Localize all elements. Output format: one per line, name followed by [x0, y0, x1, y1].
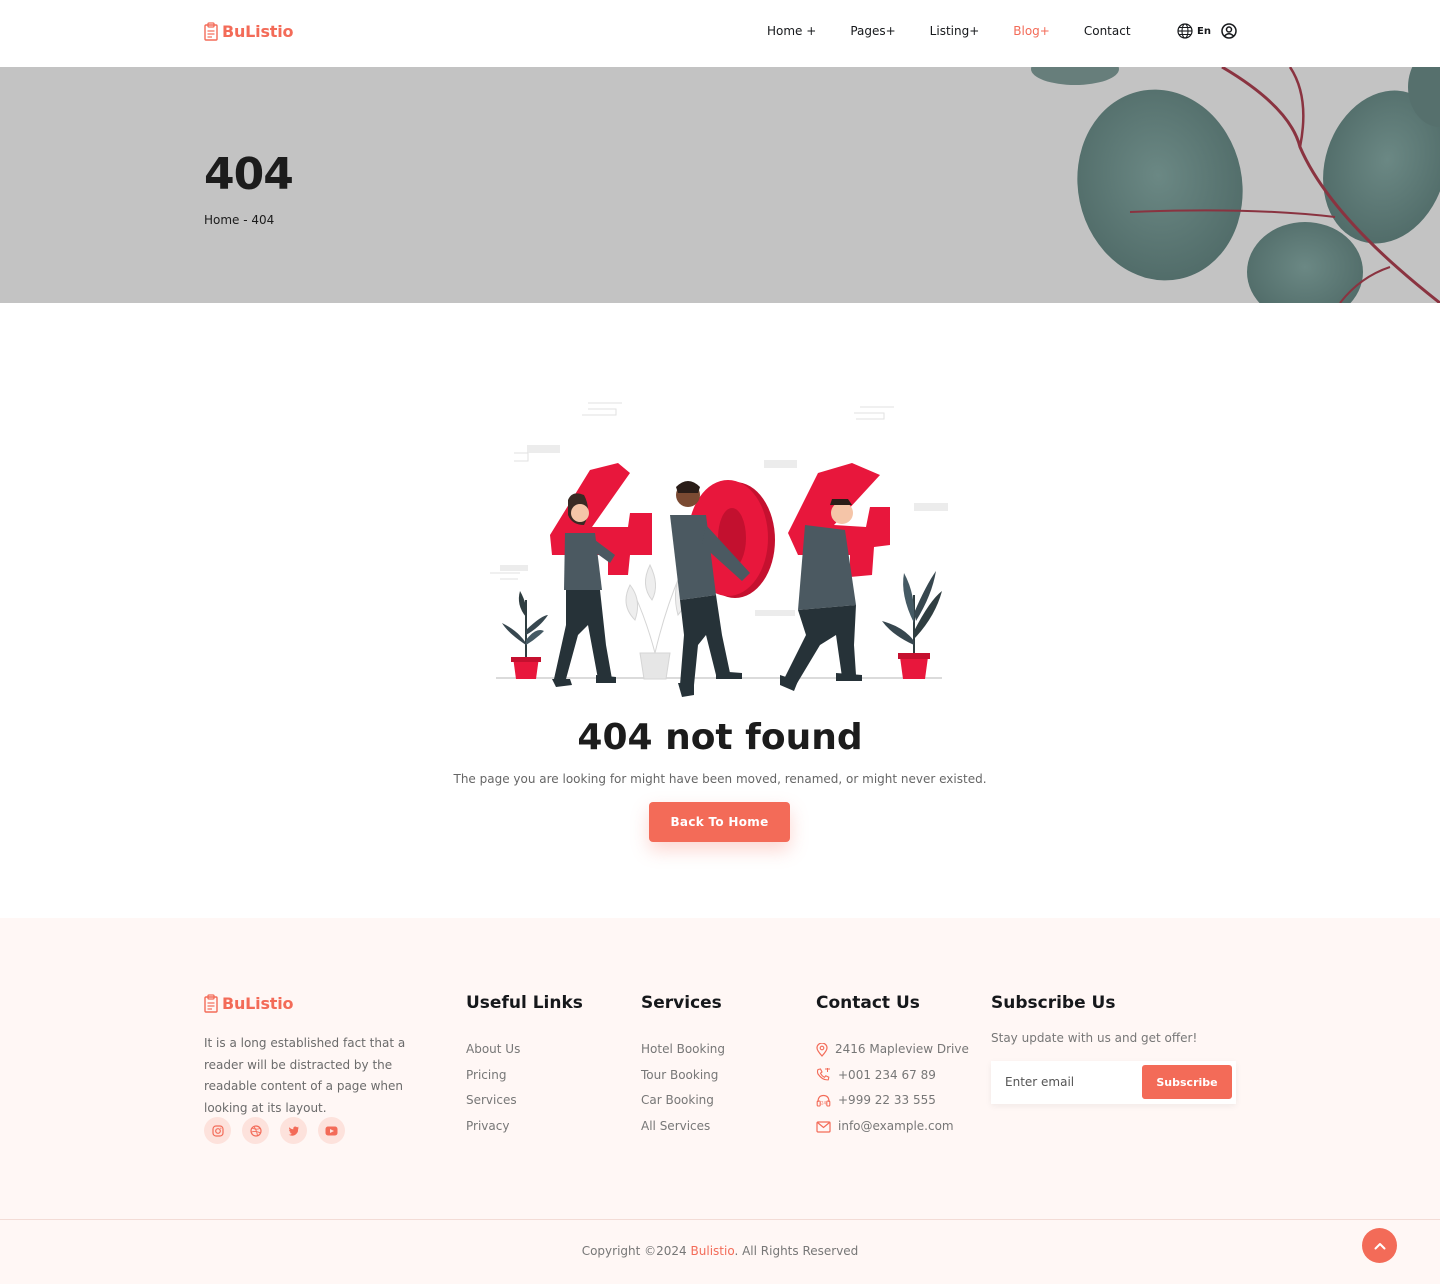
contact-column: Contact Us 2416 Mapleview Drive +001 234… [816, 993, 969, 1139]
page-title: 404 [204, 149, 294, 200]
twitter-icon [288, 1125, 299, 1136]
mail-icon [816, 1120, 831, 1133]
404-illustration [490, 402, 948, 697]
subscribe-column: Subscribe Us Stay update with us and get… [991, 993, 1197, 1045]
useful-links-column: Useful Links About Us Pricing Services P… [466, 993, 583, 1139]
logo-link[interactable]: BuListio [204, 22, 294, 41]
contact-email-text: info@example.com [838, 1118, 954, 1133]
error-heading: 404 not found [577, 717, 863, 758]
youtube-icon [325, 1126, 338, 1135]
footer: BuListio It is a long established fact t… [0, 918, 1440, 1284]
chevron-up-icon [1374, 1242, 1385, 1249]
footer-link-services[interactable]: Services [466, 1088, 583, 1114]
instagram-icon [211, 1124, 224, 1137]
email-input[interactable]: Enter email [1005, 1061, 1074, 1104]
footer-brand-name: BuListio [222, 994, 294, 1013]
subscribe-heading: Subscribe Us [991, 993, 1116, 1013]
contact-phone-text: +001 234 67 89 [838, 1067, 936, 1082]
user-icon [1221, 23, 1237, 39]
copyright-suffix: . All Rights Reserved [734, 1244, 859, 1258]
footer-logo-link[interactable]: BuListio [204, 994, 294, 1013]
footer-about-text: It is a long established fact that a rea… [204, 1036, 406, 1115]
scroll-to-top-button[interactable] [1362, 1228, 1397, 1263]
instagram-link[interactable] [204, 1117, 231, 1144]
youtube-link[interactable] [318, 1117, 345, 1144]
dribbble-link[interactable] [242, 1117, 269, 1144]
footer-link-all-services[interactable]: All Services [641, 1114, 725, 1140]
contact-phone[interactable]: +001 234 67 89 [816, 1063, 969, 1089]
main-nav: Home + Pages+ Listing+ Blog+ Contact [767, 24, 1165, 38]
subscribe-button[interactable]: Subscribe [1142, 1065, 1232, 1099]
copyright-brand-link[interactable]: Bulistio [691, 1244, 735, 1258]
clipboard-logo-icon [204, 994, 218, 1013]
error-message: The page you are looking for might have … [453, 772, 987, 786]
footer-link-hotel-booking[interactable]: Hotel Booking [641, 1037, 725, 1063]
back-to-home-button[interactable]: Back To Home [649, 802, 790, 842]
phone-icon [816, 1068, 830, 1081]
useful-links-heading: Useful Links [466, 993, 583, 1013]
headset-icon: 24 [816, 1094, 831, 1107]
footer-link-pricing[interactable]: Pricing [466, 1063, 583, 1089]
nav-pages[interactable]: Pages+ [850, 24, 895, 38]
globe-icon [1177, 23, 1193, 39]
language-label: En [1197, 25, 1211, 37]
header: BuListio Home + Pages+ Listing+ Blog+ Co… [0, 0, 1440, 67]
twitter-link[interactable] [280, 1117, 307, 1144]
copyright-prefix: Copyright ©2024 [581, 1244, 691, 1258]
brand-name: BuListio [222, 22, 294, 41]
contact-email[interactable]: info@example.com [816, 1114, 969, 1140]
footer-link-car-booking[interactable]: Car Booking [641, 1088, 725, 1114]
user-account-button[interactable] [1221, 23, 1237, 43]
footer-link-privacy[interactable]: Privacy [466, 1114, 583, 1140]
services-column: Services Hotel Booking Tour Booking Car … [641, 993, 725, 1139]
nav-listing[interactable]: Listing+ [930, 24, 980, 38]
svg-text:24: 24 [821, 1100, 827, 1105]
contact-heading: Contact Us [816, 993, 920, 1013]
language-selector[interactable]: En [1177, 23, 1211, 39]
clipboard-logo-icon [204, 22, 218, 41]
dribbble-icon [249, 1124, 262, 1137]
contact-address-text: 2416 Mapleview Drive [835, 1042, 969, 1056]
footer-divider [0, 1219, 1440, 1220]
nav-contact[interactable]: Contact [1084, 24, 1131, 38]
nav-home[interactable]: Home + [767, 24, 816, 38]
footer-link-tour-booking[interactable]: Tour Booking [641, 1063, 725, 1089]
contact-support[interactable]: 24 +999 22 33 555 [816, 1088, 969, 1114]
location-icon [816, 1042, 828, 1057]
copyright: Copyright ©2024 Bulistio. All Rights Res… [0, 1244, 1440, 1258]
contact-support-text: +999 22 33 555 [838, 1093, 936, 1108]
services-heading: Services [641, 993, 722, 1013]
subscribe-text: Stay update with us and get offer! [991, 1031, 1198, 1045]
nav-blog[interactable]: Blog+ [1013, 24, 1050, 38]
subscribe-form: Enter email Subscribe [991, 1061, 1236, 1104]
page-banner: 404 Home - 404 [0, 67, 1440, 303]
breadcrumb: Home - 404 [204, 213, 275, 227]
footer-link-about[interactable]: About Us [466, 1037, 583, 1063]
social-links [204, 1117, 345, 1144]
contact-address: 2416 Mapleview Drive [816, 1037, 969, 1063]
